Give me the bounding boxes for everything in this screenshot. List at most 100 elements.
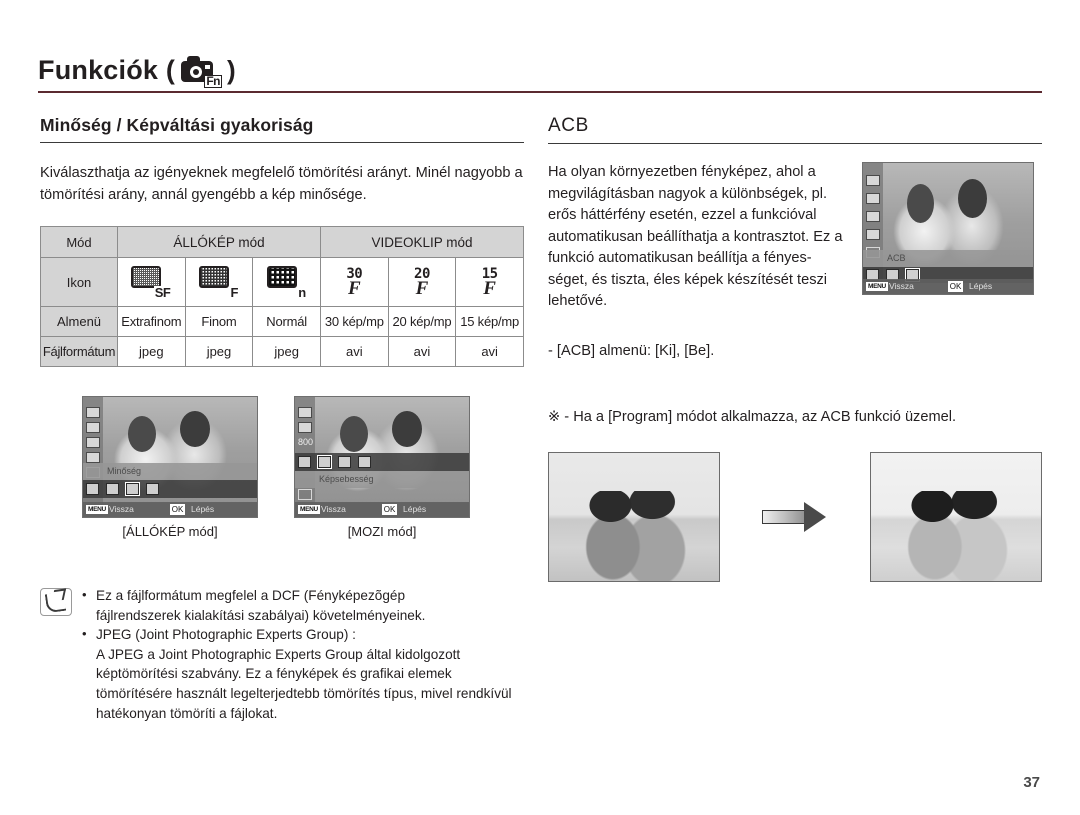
acb-arrow-wrap xyxy=(720,502,870,532)
lcd-icon-whitebalance xyxy=(86,422,100,433)
lcd-movie-block: 800 Képsebesség MENU Vissza OK Lépés [MO… xyxy=(294,396,470,539)
lcd-acb-icon-exposure xyxy=(866,175,880,186)
lcd-movie-menu-label: Képsebesség xyxy=(319,474,374,484)
quality-superfine-icon: SF xyxy=(131,265,172,300)
lcd-option-fps-30-alt[interactable] xyxy=(298,456,311,468)
lcd-movie-ok-key[interactable]: OK xyxy=(382,504,397,515)
cell-icon-fine: F xyxy=(184,257,254,307)
lcd-acb-icon-facedetect xyxy=(866,229,880,240)
lcd-acb-back-label: Vissza xyxy=(889,281,914,291)
cell-submenu-4: 20 kép/mp xyxy=(387,306,457,337)
cell-format-4: avi xyxy=(387,336,457,367)
table-row-icon: Ikon SF F n 30 F 20 F 15 F xyxy=(40,257,524,307)
lcd-acb-icon-iso xyxy=(866,211,880,222)
fn-label: Fn xyxy=(204,73,223,88)
note-item-jpeg-title: JPEG (Joint Photographic Experts Group) … xyxy=(82,624,524,645)
row-label-icon: Ikon xyxy=(40,257,118,307)
quality-normal-icon: n xyxy=(266,265,307,300)
left-column: Minőség / Képváltási gyakoriság Kiválasz… xyxy=(40,115,525,539)
lcd-still-back-label: Vissza xyxy=(109,504,134,514)
table-row-fileformat: Fájlformátum jpeg jpeg jpeg avi avi avi xyxy=(40,336,524,367)
cell-format-0: jpeg xyxy=(117,336,186,367)
acb-sample-after xyxy=(870,452,1042,582)
camera-fn-icon: Fn xyxy=(181,55,223,88)
framerate-20-icon: 20 F xyxy=(414,265,430,299)
lcd-movie-screen: 800 Képsebesség MENU Vissza OK Lépés xyxy=(294,396,470,518)
cell-submenu-5: 15 kép/mp xyxy=(455,306,524,337)
acb-sample-before-subject xyxy=(576,491,699,581)
right-column: ACB Ha olyan környezetben fényképez, aho… xyxy=(548,115,1042,429)
lcd-acb-icon-whitebalance xyxy=(866,193,880,204)
lcd-acb-step-label: Lépés xyxy=(969,281,993,291)
note-block: Ez a fájlformátum megfelel a DCF (Fényké… xyxy=(40,585,524,723)
lcd-icon-exposure xyxy=(86,407,100,418)
lcd-option-fps-20[interactable] xyxy=(338,456,351,468)
lcd-still-block: Minőség MENU Vissza OK Lépés [ÁLLÓKÉP mó… xyxy=(82,396,258,539)
cell-icon-superfine: SF xyxy=(117,257,186,307)
cell-format-2: jpeg xyxy=(252,336,321,367)
quality-section-heading: Minőség / Képváltási gyakoriság xyxy=(40,115,524,143)
group-header-still: ÁLLÓKÉP mód xyxy=(117,226,321,258)
cell-submenu-1: Finom xyxy=(184,306,254,337)
quality-normal-tag: n xyxy=(297,284,307,300)
note-item-dcf-line2: fájlrendszerek kialakítási szabályai) kö… xyxy=(96,607,426,623)
quality-fine-tag: F xyxy=(229,284,239,300)
note-list: Ez a fájlformátum megfelel a DCF (Fényké… xyxy=(82,585,524,723)
lcd-still-menu-label: Minőség xyxy=(107,466,142,476)
lcd-option-fps-15[interactable] xyxy=(358,456,371,468)
lcd-acb-menu-key[interactable]: MENU xyxy=(866,282,888,291)
lcd-screens-row: Minőség MENU Vissza OK Lépés [ÁLLÓKÉP mó… xyxy=(40,396,524,539)
acb-sample-after-subject xyxy=(898,491,1021,581)
page-title: Funkciók ( Fn ) xyxy=(38,55,1042,90)
acb-intro-row: Ha olyan környezetben fényképez, ahol a … xyxy=(548,162,1042,313)
page-header: Funkciók ( Fn ) xyxy=(38,55,1042,93)
row-label-mode: Mód xyxy=(40,226,118,258)
lcd-option-normal[interactable] xyxy=(125,482,140,496)
note-item-jpeg-body: A JPEG a Joint Photographic Experts Grou… xyxy=(96,646,512,721)
cell-format-3: avi xyxy=(319,336,389,367)
lcd-icon-movie-iso: 800 xyxy=(298,437,314,447)
cell-submenu-3: 30 kép/mp xyxy=(319,306,389,337)
group-header-movie: VIDEOKLIP mód xyxy=(319,226,525,258)
cell-icon-normal: n xyxy=(252,257,321,307)
lcd-still-menu-key[interactable]: MENU xyxy=(86,505,108,514)
lcd-still-preview xyxy=(83,397,257,517)
lcd-movie-options xyxy=(295,453,469,471)
lcd-option-fine[interactable] xyxy=(106,483,119,495)
lcd-option-superfine[interactable] xyxy=(86,483,99,495)
lcd-option-extra[interactable] xyxy=(146,483,159,495)
lcd-still-caption: [ÁLLÓKÉP mód] xyxy=(122,524,218,539)
lcd-still-menu-strip: Minőség xyxy=(83,463,257,480)
quality-superfine-tag: SF xyxy=(153,284,172,300)
lcd-option-fps-30[interactable] xyxy=(317,455,332,469)
lcd-still-bottombar: MENU Vissza OK Lépés xyxy=(83,502,257,517)
lcd-movie-step-label: Lépés xyxy=(403,504,427,514)
acb-program-note: ※ - Ha a [Program] módot alkalmazza, az … xyxy=(548,409,957,425)
table-row-mode: Mód ÁLLÓKÉP mód VIDEOKLIP mód xyxy=(40,226,525,258)
note-pencil-icon xyxy=(40,588,72,616)
page-number: 37 xyxy=(1023,774,1040,791)
table-row-submenu: Almenü Extrafinom Finom Normál 30 kép/mp… xyxy=(40,306,524,337)
note-item-dcf-line1: Ez a fájlformátum megfelel a DCF (Fényké… xyxy=(82,585,524,606)
cell-icon-20fps: 20 F xyxy=(387,257,457,307)
lcd-icon-facedetect xyxy=(86,452,100,463)
lcd-acb-ok-key[interactable]: OK xyxy=(948,281,963,292)
lcd-icon-movie-exposure xyxy=(298,407,312,418)
arrow-right-icon xyxy=(762,502,828,532)
header-rule xyxy=(38,91,1042,93)
cell-submenu-2: Normál xyxy=(252,306,321,337)
lcd-still-ok-key[interactable]: OK xyxy=(170,504,185,515)
lcd-icon-iso xyxy=(86,437,100,448)
cell-format-5: avi xyxy=(455,336,524,367)
quality-intro-text: Kiválaszthatja az igényeknek megfelelő t… xyxy=(40,165,523,203)
quality-fine-icon: F xyxy=(198,265,239,300)
row-label-fileformat: Fájlformátum xyxy=(40,336,118,367)
cell-submenu-0: Extrafinom xyxy=(117,306,186,337)
lcd-movie-bottombar: MENU Vissza OK Lépés xyxy=(295,502,469,517)
lcd-movie-menu-key[interactable]: MENU xyxy=(298,505,320,514)
row-label-submenu: Almenü xyxy=(40,306,118,337)
cell-icon-15fps: 15 F xyxy=(455,257,524,307)
cell-format-1: jpeg xyxy=(184,336,254,367)
cell-icon-30fps: 30 F xyxy=(319,257,389,307)
acb-sample-row xyxy=(548,452,1042,582)
